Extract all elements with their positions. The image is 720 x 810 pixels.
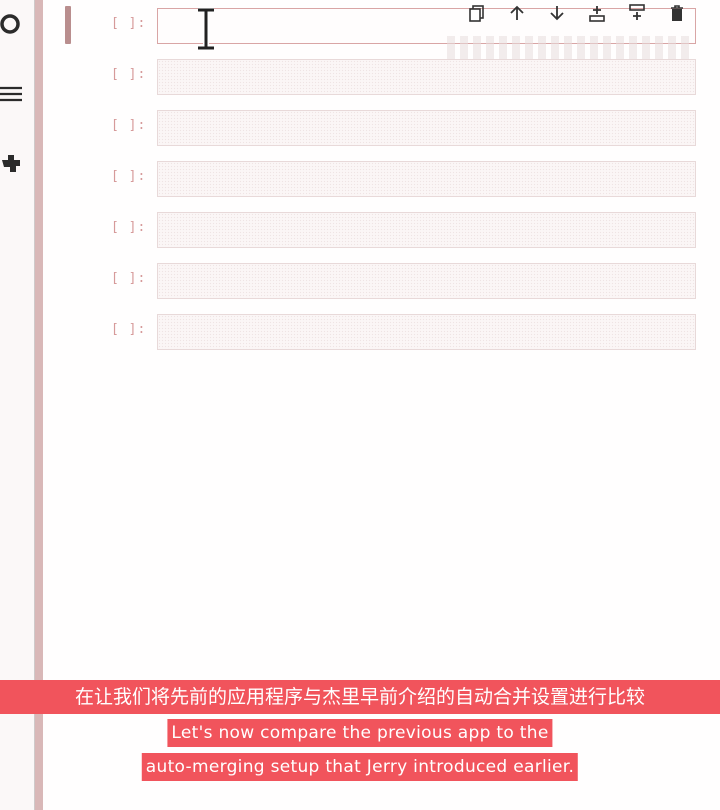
list-icon[interactable] (0, 84, 28, 104)
subtitle-chinese: 在让我们将先前的应用程序与杰里早前介绍的自动合并设置进行比较 (0, 680, 720, 714)
cell-editor[interactable] (157, 161, 696, 197)
cell-prompt: [ ]: (111, 322, 147, 337)
subtitle-english-line-2: auto-merging setup that Jerry introduced… (141, 753, 579, 781)
circle-icon[interactable] (0, 12, 28, 36)
text-cursor-icon (195, 7, 217, 54)
move-down-icon[interactable] (537, 2, 577, 24)
cell-prompt: [ ]: (111, 271, 147, 286)
insert-below-icon[interactable] (617, 2, 657, 24)
subtitle-english-line-1: Let's now compare the previous app to th… (167, 719, 553, 747)
notebook-cell[interactable]: [ ]: (43, 212, 720, 248)
duplicate-icon[interactable] (457, 2, 497, 24)
cell-editor[interactable] (157, 110, 696, 146)
cell-prompt: [ ]: (111, 220, 147, 235)
cell-toolbar (457, 2, 697, 24)
cell-prompt: [ ]: (111, 169, 147, 184)
notebook-cell[interactable]: [ ]: (43, 161, 720, 197)
notebook-cell[interactable]: [ ]: (43, 59, 720, 95)
delete-icon[interactable] (657, 2, 697, 24)
cell-prompt: [ ]: (111, 118, 147, 133)
notebook-cell[interactable]: [ ]: (43, 263, 720, 299)
cell-prompt: [ ]: (111, 67, 147, 82)
cell-editor[interactable] (157, 314, 696, 350)
cell-prompt: [ ]: (111, 16, 147, 31)
cell-editor[interactable] (157, 59, 696, 95)
cell-editor[interactable] (157, 263, 696, 299)
cell-editor[interactable] (157, 212, 696, 248)
insert-above-icon[interactable] (577, 2, 617, 24)
notebook-cell[interactable]: [ ]: (43, 110, 720, 146)
puzzle-icon[interactable] (0, 152, 28, 176)
notebook-cell[interactable]: [ ]: (43, 314, 720, 350)
move-up-icon[interactable] (497, 2, 537, 24)
